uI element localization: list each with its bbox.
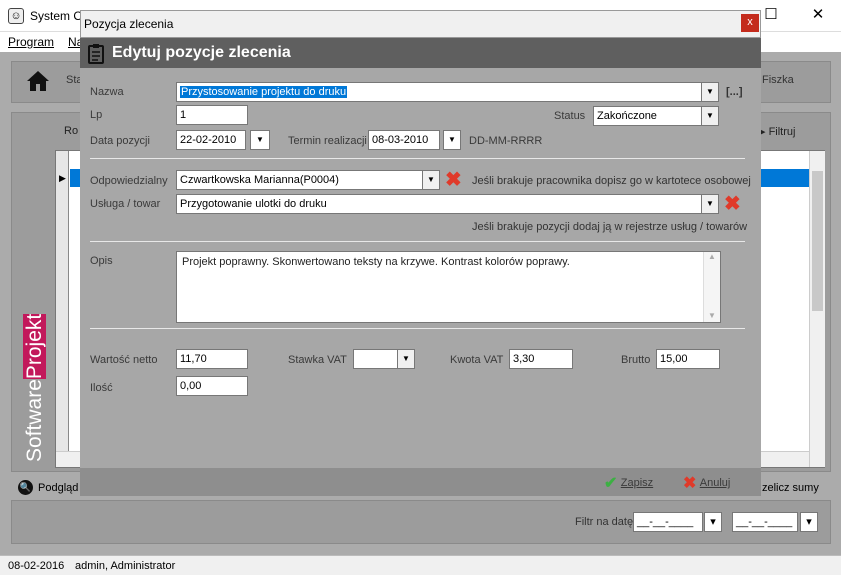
vertical-scrollbar[interactable]: [809, 151, 825, 467]
kwota-vat-input[interactable]: 3,30: [509, 349, 573, 369]
data-pozycji-input[interactable]: 22-02-2010: [176, 130, 246, 150]
dialog-title-bar: Pozycja zlecenia x: [80, 10, 761, 38]
save-label: Zapisz: [620, 477, 654, 489]
odpowiedzialny-value: Czwartkowska Marianna(P0004): [180, 174, 339, 186]
footer-filter-bar: Filtr na datę __-__-____ ▾ __-__-____ ▾: [11, 500, 831, 544]
status-bar: 08-02-2016 admin, Administrator: [0, 555, 841, 575]
chevron-down-icon[interactable]: ▼: [704, 311, 720, 320]
opis-scrollbar[interactable]: ▲ ▼: [703, 252, 720, 322]
brand-logo: SoftwareProjekt: [17, 310, 53, 470]
current-row-arrow-icon: ▶: [59, 173, 66, 183]
status-date: 08-02-2016: [8, 560, 65, 572]
stawka-vat-select[interactable]: ▼: [353, 349, 415, 369]
dialog-header-title: Edytuj pozycje zlecenia: [112, 44, 291, 61]
termin-label: Termin realizacji: [288, 135, 367, 147]
brand-text-a: Software: [23, 379, 46, 462]
app-icon: ☺: [8, 8, 24, 24]
date-filter-label: Filtr na datę: [575, 516, 634, 528]
opis-value: Projekt poprawny. Skonwertowano teksty n…: [182, 256, 570, 268]
nazwa-label: Nazwa: [90, 86, 124, 98]
status-label: Status: [554, 110, 586, 122]
lp-input[interactable]: 1: [176, 105, 248, 125]
stawka-vat-label: Stawka VAT: [288, 354, 347, 366]
nazwa-more-button[interactable]: [...]: [726, 86, 743, 98]
date-filter-from-dropdown-icon[interactable]: ▾: [704, 512, 722, 532]
status-dropdown-icon[interactable]: ▼: [701, 107, 718, 125]
termin-input[interactable]: 08-03-2010: [368, 130, 440, 150]
stawka-vat-dropdown-icon[interactable]: ▼: [397, 350, 414, 368]
data-pozycji-label: Data pozycji: [90, 135, 150, 147]
nazwa-dropdown-icon[interactable]: ▼: [701, 83, 718, 101]
date-filter-to[interactable]: __-__-____: [732, 512, 798, 532]
cancel-label: Anuluj: [699, 477, 731, 489]
clear-usluga-icon[interactable]: ✖: [724, 194, 741, 214]
cancel-x-icon: ✖: [683, 475, 697, 492]
date-format-hint: DD-MM-RRRR: [469, 135, 543, 147]
brutto-input[interactable]: 15,00: [656, 349, 720, 369]
opis-textarea[interactable]: Projekt poprawny. Skonwertowano teksty n…: [176, 251, 721, 323]
date-filter-to-dropdown-icon[interactable]: ▾: [800, 512, 818, 532]
chevron-up-icon[interactable]: ▲: [704, 252, 720, 261]
kwota-vat-label: Kwota VAT: [450, 354, 504, 366]
nazwa-field[interactable]: Przystosowanie projektu do druku ▼: [176, 82, 719, 102]
ilosc-input[interactable]: 0,00: [176, 376, 248, 396]
status-select[interactable]: Zakończone ▼: [593, 106, 719, 126]
dialog-header: Edytuj pozycje zlecenia: [80, 38, 761, 68]
lp-label: Lp: [90, 109, 103, 121]
clipboard-icon: [88, 44, 104, 64]
termin-dropdown-icon[interactable]: ▼: [443, 130, 461, 150]
list-header-left: Ro: [64, 125, 79, 137]
date-filter-from[interactable]: __-__-____: [633, 512, 703, 532]
status-value: Zakończone: [597, 110, 657, 122]
nazwa-value: Przystosowanie projektu do druku: [180, 86, 348, 98]
main-window-title: System O: [30, 9, 83, 23]
usluga-value: Przygotowanie ulotki do druku: [180, 198, 327, 210]
home-icon[interactable]: [26, 70, 50, 92]
cancel-button[interactable]: ✖ Anuluj: [683, 473, 731, 492]
brand-text-b: Projekt: [23, 313, 46, 380]
odpowiedzialny-select[interactable]: Czwartkowska Marianna(P0004) ▼: [176, 170, 440, 190]
wartosc-netto-label: Wartość netto: [90, 354, 158, 366]
wartosc-netto-input[interactable]: 11,70: [176, 349, 248, 369]
divider: [90, 328, 745, 329]
filter-label: Filtruj: [768, 126, 796, 138]
opis-label: Opis: [90, 255, 113, 267]
close-icon[interactable]: ✕: [795, 0, 841, 31]
clear-odpowiedzialny-icon[interactable]: ✖: [445, 170, 462, 190]
filter-button[interactable]: ▸ Filtruj: [760, 125, 795, 138]
usluga-dropdown-icon[interactable]: ▼: [701, 195, 718, 213]
data-pozycji-dropdown-icon[interactable]: ▼: [250, 130, 270, 150]
preview-label[interactable]: Podgląd: [38, 482, 78, 494]
status-user: admin, Administrator: [75, 560, 176, 572]
dialog-button-bar: [80, 468, 761, 496]
brutto-label: Brutto: [621, 354, 651, 366]
usluga-label: Usługa / towar: [90, 198, 161, 210]
odpowiedzialny-dropdown-icon[interactable]: ▼: [422, 171, 439, 189]
usluga-select[interactable]: Przygotowanie ulotki do druku ▼: [176, 194, 719, 214]
recalc-label[interactable]: zelicz sumy: [762, 482, 819, 494]
ilosc-label: Ilość: [90, 382, 113, 394]
odpowiedzialny-hint: Jeśli brakuje pracownika dopisz go w kar…: [472, 175, 751, 187]
preview-icon[interactable]: 🔍: [18, 480, 33, 495]
row-selector-column: [56, 151, 69, 467]
odpowiedzialny-label: Odpowiedzialny: [90, 175, 168, 187]
check-icon: ✔: [604, 475, 618, 492]
divider: [90, 241, 745, 242]
save-button[interactable]: ✔ Zapisz: [604, 473, 654, 492]
menu-program[interactable]: Program: [8, 35, 54, 49]
dialog-window-title: Pozycja zlecenia: [84, 17, 174, 31]
scrollbar-thumb[interactable]: [812, 171, 823, 311]
usluga-hint: Jeśli brakuje pozycji dodaj ją w rejestr…: [472, 221, 748, 233]
toolbar-fiszka-label[interactable]: Fiszka: [762, 74, 794, 86]
divider: [90, 158, 745, 159]
dialog-close-button[interactable]: x: [741, 14, 759, 32]
